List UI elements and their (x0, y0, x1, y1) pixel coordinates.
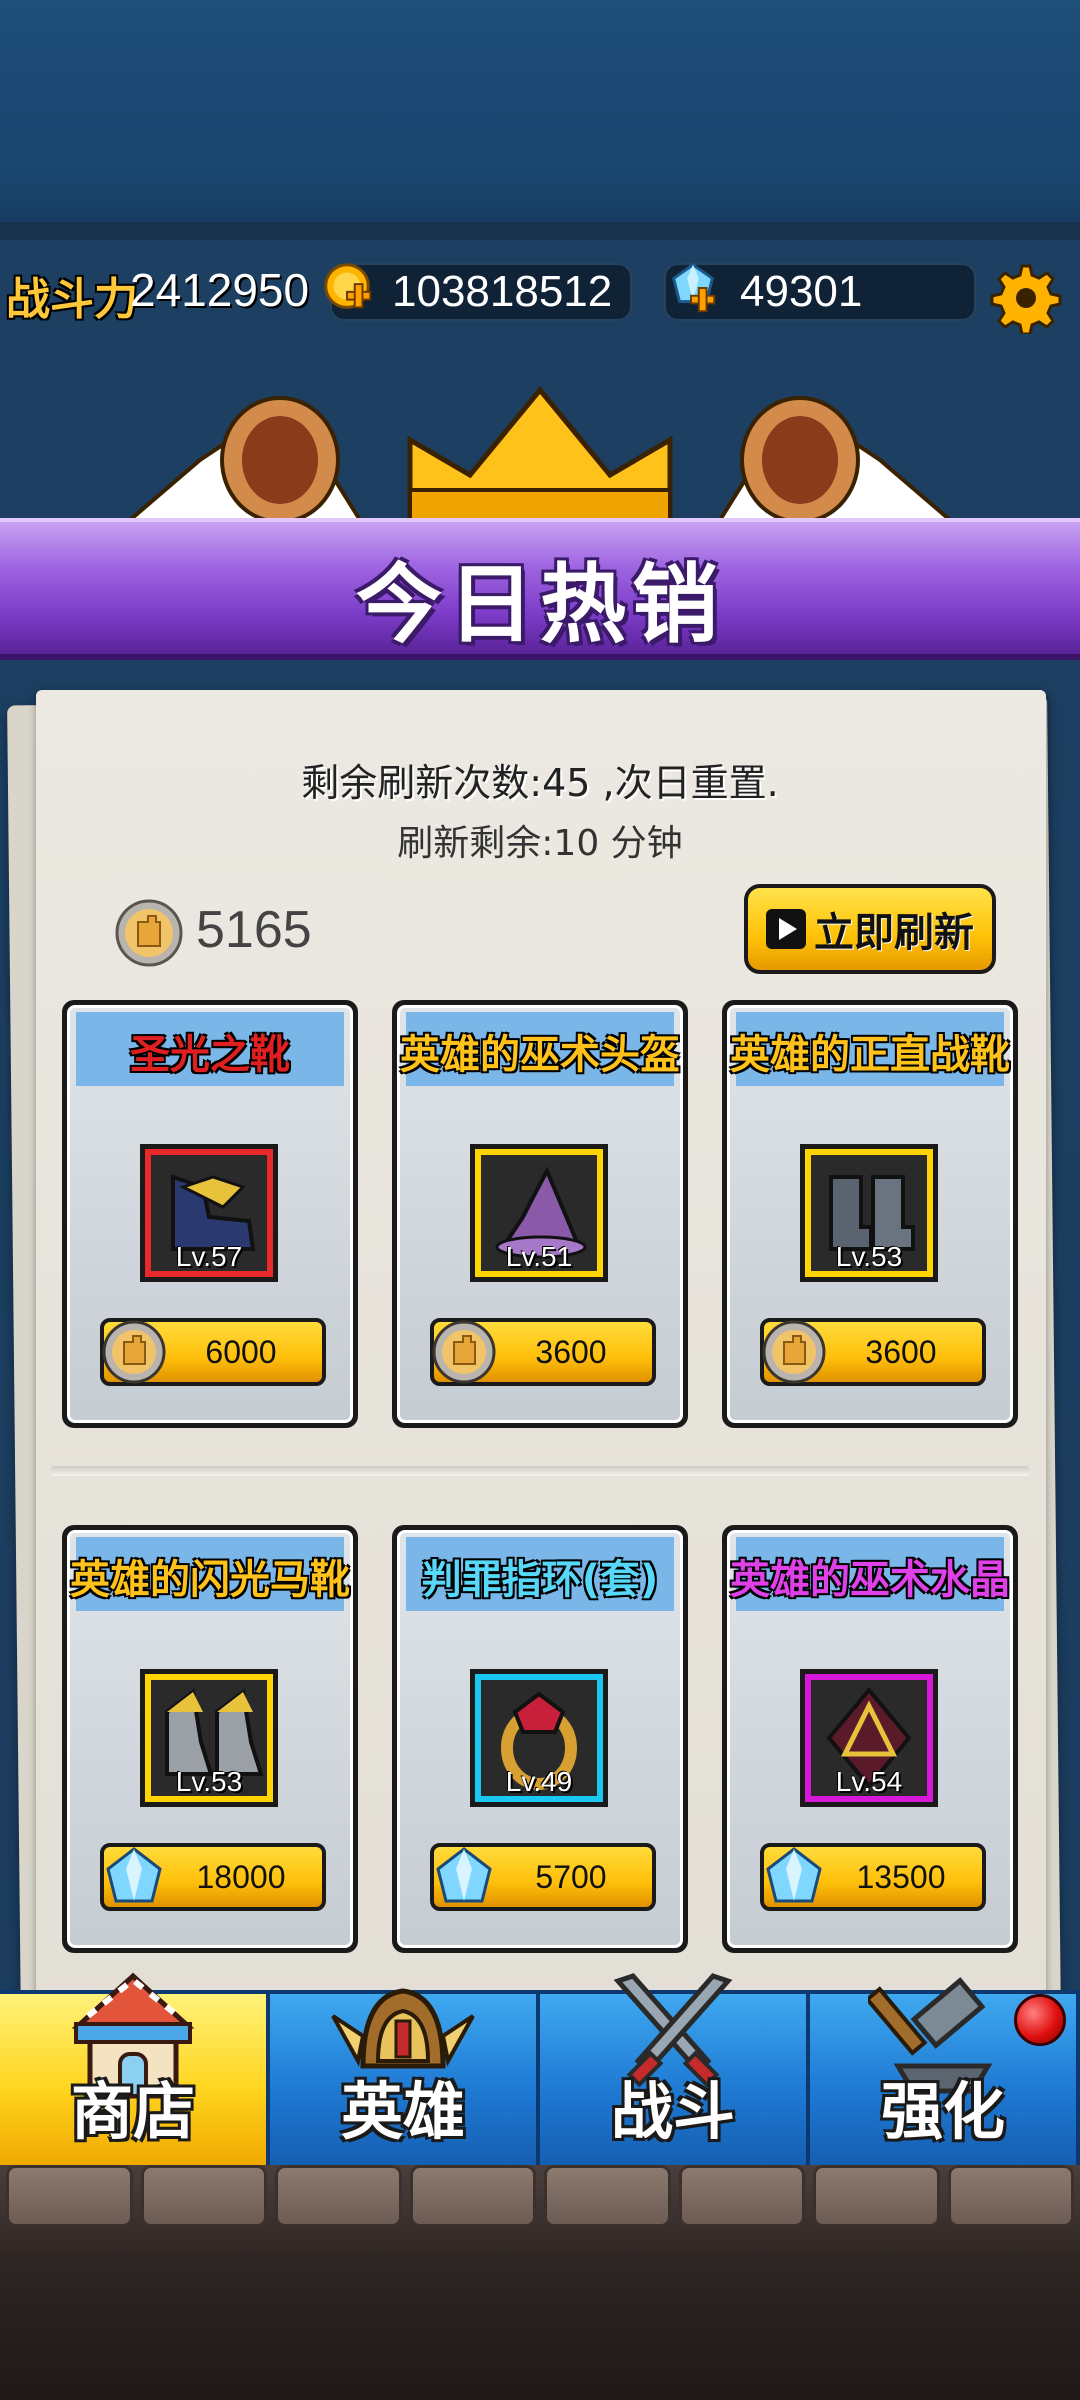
item-price: 13500 (856, 1859, 946, 1895)
gold-plus-icon[interactable] (318, 259, 376, 317)
gold-value: 103818512 (392, 267, 613, 316)
refresh-now-label: 立即刷新 (814, 910, 974, 956)
card-header: 英雄的正直战靴 (730, 1012, 1010, 1086)
diamond-icon (106, 1847, 162, 1903)
hot-sale-banner: 今日热销 (0, 518, 1080, 660)
diamond-icon (766, 1847, 822, 1903)
shelf-divider (50, 1466, 1030, 1476)
power-value: 2412950 (130, 264, 310, 316)
tab-enhance[interactable]: 强化 (810, 1977, 1080, 2165)
video-play-icon (766, 909, 806, 949)
card-body: 英雄的巫术水晶 Lv.54 13500 (727, 1530, 1013, 1948)
item-price: 5700 (535, 1859, 607, 1895)
item-name: 圣光之靴 (130, 1032, 290, 1078)
shop-item-card[interactable]: 英雄的正直战靴 Lv.53 3600 (722, 1000, 1018, 1428)
card-body: 英雄的巫术头盔 Lv.51 3600 (397, 1005, 683, 1423)
tab-battle[interactable]: 战斗 (540, 1973, 810, 2165)
banner-title: 今日热销 (356, 554, 724, 655)
item-frame[interactable]: Lv.49 (470, 1669, 608, 1807)
item-name: 英雄的巫术头盔 (400, 1032, 680, 1078)
stone-floor (0, 2165, 1080, 2227)
tab-enhance-label: 强化 (880, 2075, 1005, 2148)
token-icon (762, 1320, 826, 1384)
item-level: Lv.53 (835, 1241, 903, 1272)
card-body: 圣光之靴 Lv.57 6000 (67, 1005, 353, 1423)
item-level: Lv.51 (505, 1241, 573, 1272)
bottom-nav: 商店 英雄 战斗 强化 (0, 1972, 1080, 2165)
item-level: Lv.54 (835, 1766, 903, 1797)
card-header: 圣光之靴 (76, 1012, 344, 1086)
diamond-plus-icon[interactable] (664, 259, 722, 317)
item-frame[interactable]: Lv.57 (140, 1144, 278, 1282)
diamond-value: 49301 (740, 267, 863, 316)
card-header: 英雄的闪光马靴 (70, 1537, 350, 1611)
shop-item-card[interactable]: 英雄的闪光马靴 Lv.53 18000 (62, 1525, 358, 1953)
diamond-icon (436, 1847, 492, 1903)
settings-gear-icon[interactable] (990, 262, 1062, 334)
card-body: 判罪指环(套) Lv.49 5700 (397, 1530, 683, 1948)
refresh-timer-text: 刷新剩余:10 分钟 (397, 823, 683, 864)
item-level: Lv.49 (505, 1766, 573, 1797)
tab-battle-label: 战斗 (610, 2075, 735, 2148)
notification-dot (1014, 1994, 1066, 2046)
item-frame[interactable]: Lv.54 (800, 1669, 938, 1807)
item-frame[interactable]: Lv.51 (470, 1144, 608, 1282)
buy-button[interactable]: 3600 (430, 1318, 656, 1386)
card-body: 英雄的闪光马靴 Lv.53 18000 (67, 1530, 353, 1948)
token-count: 5165 (196, 901, 312, 959)
item-price: 6000 (205, 1334, 277, 1370)
crown-trumpets-decoration (124, 386, 956, 524)
buy-button[interactable]: 3600 (760, 1318, 986, 1386)
token-icon (102, 1320, 166, 1384)
card-header: 判罪指环(套) (406, 1537, 674, 1611)
shop-token-icon (115, 899, 183, 967)
shop-item-card[interactable]: 英雄的巫术头盔 Lv.51 3600 (392, 1000, 688, 1428)
refresh-now-button[interactable]: 立即刷新 (744, 884, 996, 974)
item-level: Lv.57 (175, 1241, 243, 1272)
shop-item-card[interactable]: 圣光之靴 Lv.57 6000 (62, 1000, 358, 1428)
shop-item-card[interactable]: 判罪指环(套) Lv.49 5700 (392, 1525, 688, 1953)
item-frame[interactable]: Lv.53 (140, 1669, 278, 1807)
item-name: 英雄的正直战靴 (730, 1032, 1010, 1078)
item-price: 18000 (196, 1859, 286, 1895)
tab-heroes-label: 英雄 (340, 2075, 465, 2148)
buy-button[interactable]: 5700 (430, 1843, 656, 1911)
buy-button[interactable]: 13500 (760, 1843, 986, 1911)
sky-background (0, 0, 1080, 240)
tab-heroes[interactable]: 英雄 (270, 1988, 540, 2165)
tab-shop[interactable]: 商店 (0, 1972, 270, 2165)
refresh-count-text: 剩余刷新次数:45 ,次日重置. (301, 761, 779, 805)
power-label: 战斗力 (6, 274, 138, 325)
buy-button[interactable]: 18000 (100, 1843, 326, 1911)
buy-button[interactable]: 6000 (100, 1318, 326, 1386)
item-price: 3600 (865, 1334, 937, 1370)
tab-shop-label: 商店 (70, 2075, 195, 2148)
item-name: 判罪指环(套) (421, 1557, 659, 1603)
card-body: 英雄的正直战靴 Lv.53 3600 (727, 1005, 1013, 1423)
item-name: 英雄的巫术水晶 (730, 1557, 1010, 1603)
shop-item-card[interactable]: 英雄的巫术水晶 Lv.54 13500 (722, 1525, 1018, 1953)
item-level: Lv.53 (175, 1766, 243, 1797)
token-icon (432, 1320, 496, 1384)
card-header: 英雄的巫术水晶 (730, 1537, 1010, 1611)
item-name: 英雄的闪光马靴 (70, 1557, 350, 1603)
status-bar: 战斗力 2412950 103818512 49301 (0, 255, 1080, 329)
item-price: 3600 (535, 1334, 607, 1370)
item-frame[interactable]: Lv.53 (800, 1144, 938, 1282)
card-header: 英雄的巫术头盔 (400, 1012, 680, 1086)
